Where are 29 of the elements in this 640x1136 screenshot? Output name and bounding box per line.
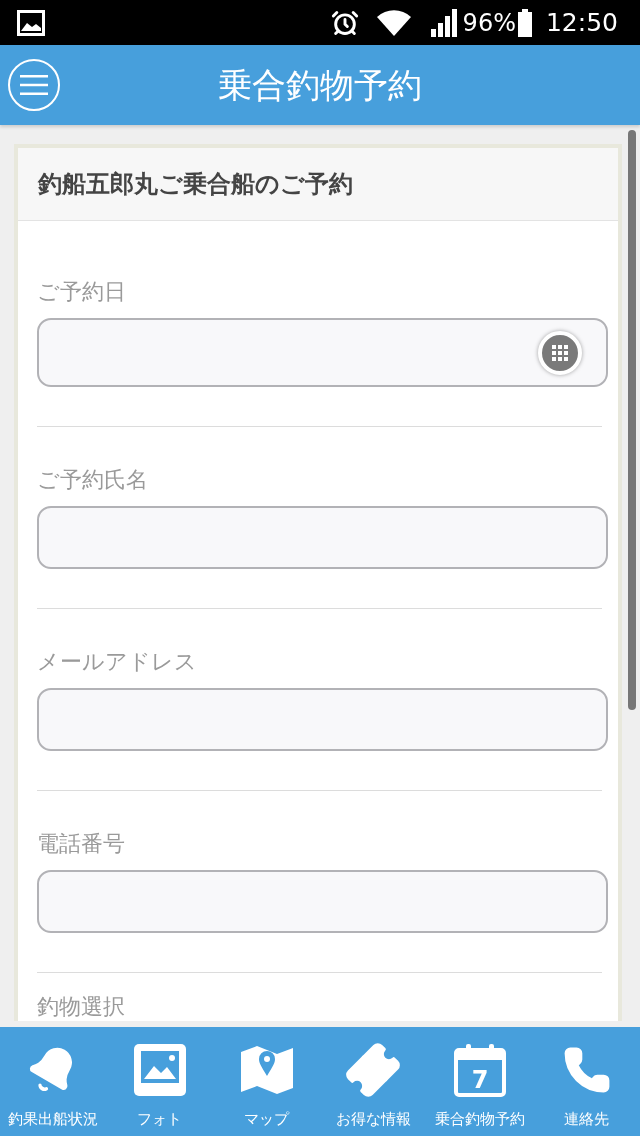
card-title: 釣船五郎丸ご乗合船のご予約 (38, 169, 353, 200)
tab-bar-item[interactable]: 連絡先 (533, 1027, 640, 1136)
tab-bar-item[interactable]: 7 乗合釣物予約 (426, 1027, 534, 1136)
field-label: ご予約氏名 (37, 466, 149, 494)
menu-button[interactable] (8, 59, 60, 111)
text-field[interactable] (37, 506, 608, 569)
battery-percent: 96% (462, 8, 516, 37)
dots-grid-icon (552, 344, 568, 361)
image-icon (17, 9, 45, 36)
field-label: ご予約日 (37, 278, 127, 306)
tab-bar-item[interactable]: フォト (106, 1027, 214, 1136)
tab-bar-item[interactable]: 釣果出船状況 (0, 1027, 107, 1136)
tab-bar-item[interactable]: お得な情報 (320, 1027, 427, 1136)
tab-bar-item[interactable]: マップ (213, 1027, 320, 1136)
field-label: 釣物選択 (37, 993, 126, 1021)
wifi-icon (376, 9, 411, 36)
field-label: メールアドレス (37, 648, 198, 676)
date-picker-button[interactable] (538, 330, 582, 375)
photo-icon (132, 1042, 188, 1098)
text-field[interactable] (37, 688, 608, 751)
header-title: 乗合釣物予約 (217, 63, 423, 107)
field-label: 電話番号 (37, 830, 126, 858)
date-field[interactable] (37, 318, 608, 387)
battery-icon (517, 8, 532, 37)
text-field[interactable] (37, 870, 608, 933)
alarm-clock-icon (330, 8, 359, 37)
menu-icon (20, 75, 48, 95)
clock-time: 12:50 (545, 8, 618, 37)
signal-icon (430, 8, 459, 37)
